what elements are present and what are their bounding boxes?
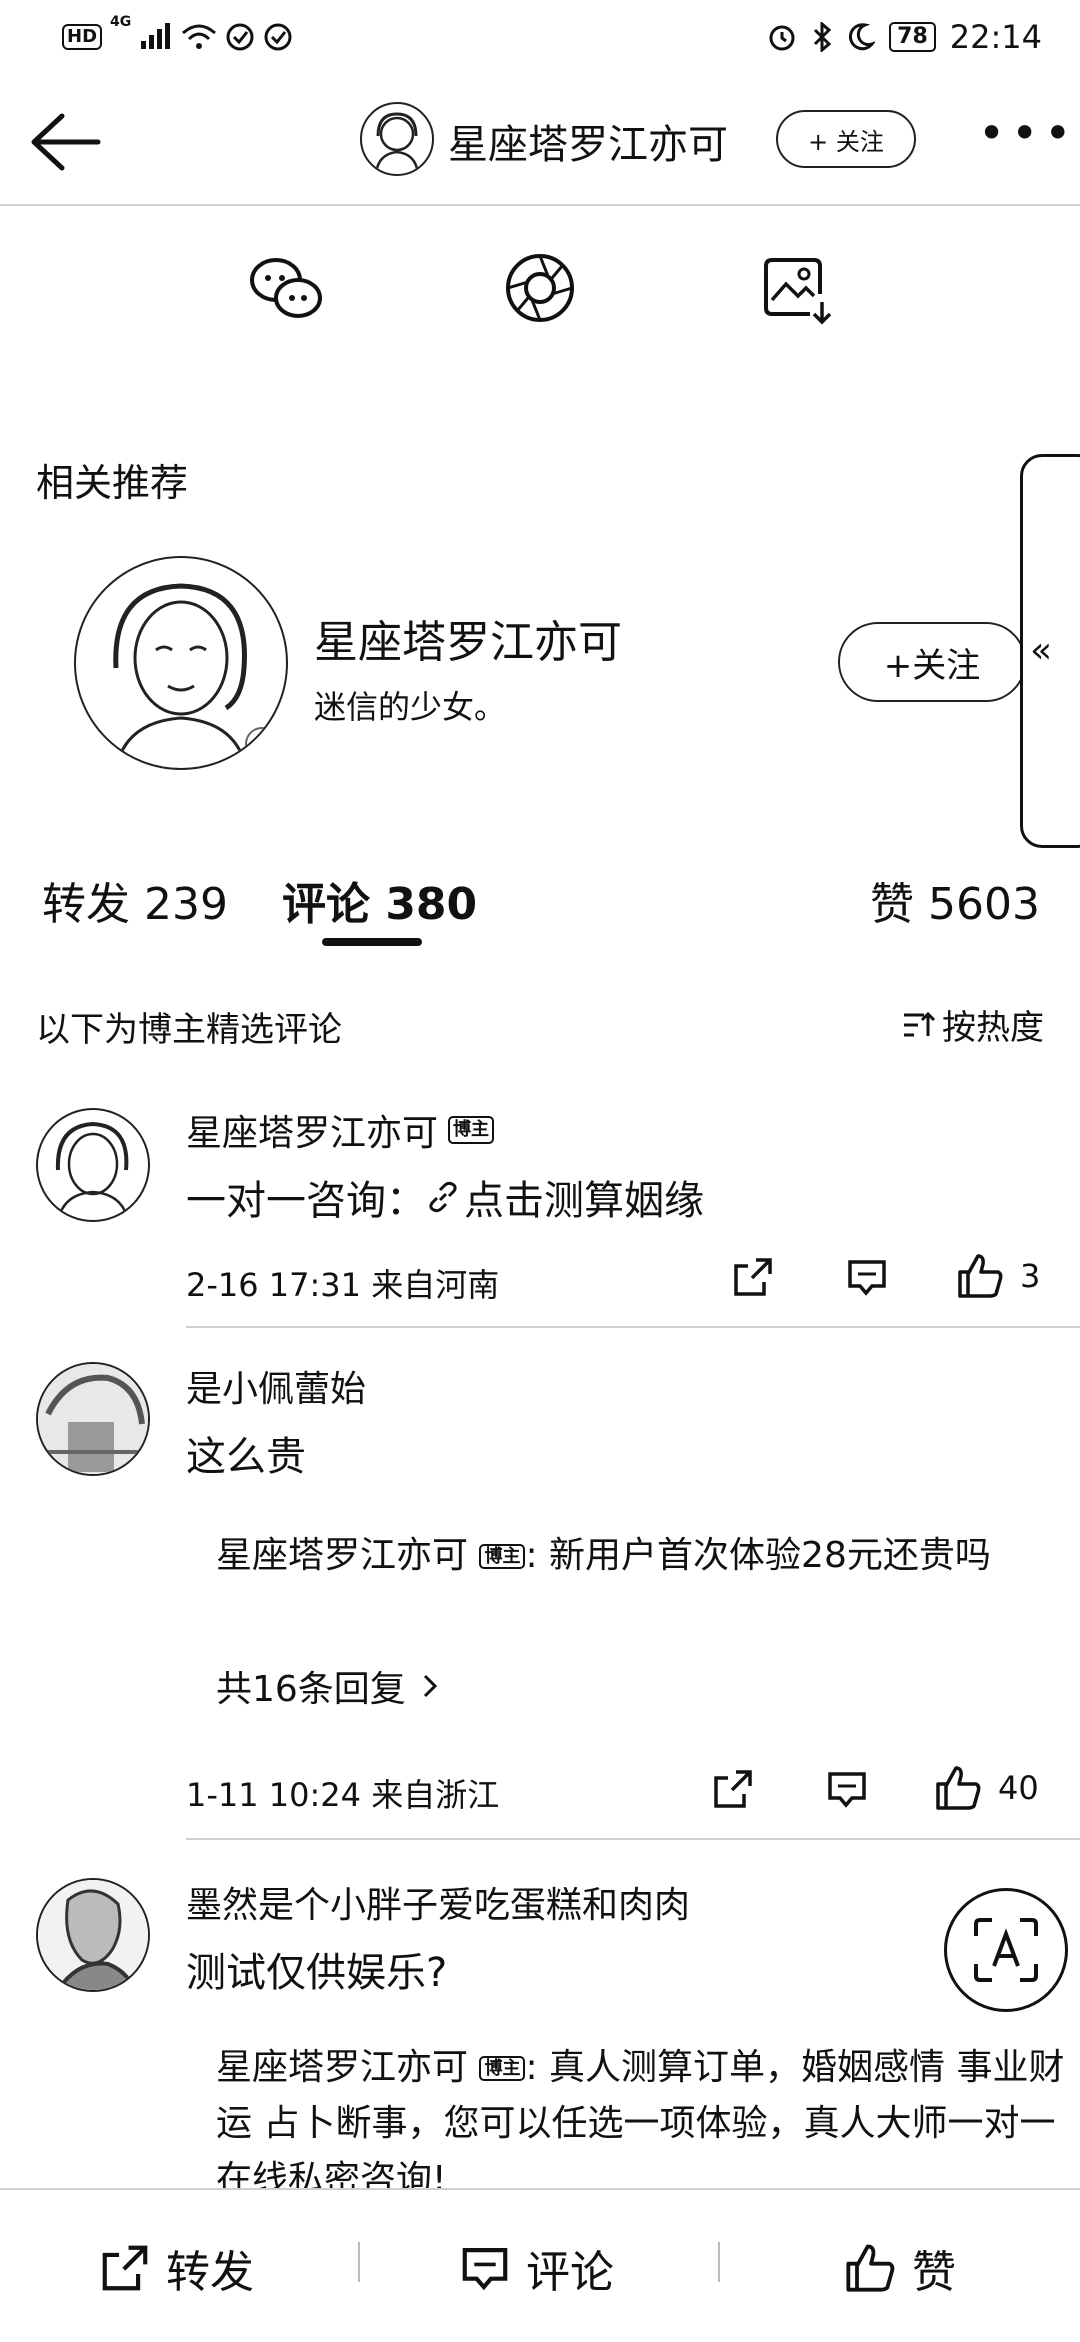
- comment-divider: [186, 1838, 1080, 1840]
- reply-text: : 新用户首次体验28元还贵吗: [525, 1535, 991, 1576]
- recommend-follow-button[interactable]: +关注: [838, 622, 1026, 702]
- repost-comment-button[interactable]: [712, 1768, 754, 1810]
- alarm-icon: [767, 22, 797, 52]
- comment-bubble-icon: [828, 1772, 866, 1808]
- recommend-section-title: 相关推荐: [36, 461, 189, 505]
- reply-preview[interactable]: 星座塔罗江亦可 博主: 真人测算订单，婚姻感情 事业财运 占卜断事，您可以任选一…: [216, 2040, 1076, 2188]
- reply-comment-button[interactable]: [826, 1768, 868, 1810]
- blogger-badge: 博主: [479, 1544, 526, 1569]
- check-circle-icon-2: [263, 22, 293, 52]
- comment-location: 来自浙江: [371, 1776, 500, 1814]
- repost-icon: [714, 1770, 752, 1808]
- comment-author[interactable]: 墨然是个小胖子爱吃蛋糕和肉肉: [186, 1876, 690, 1928]
- comment-author-name: 星座塔罗江亦可: [186, 1113, 439, 1154]
- back-arrow-icon: [31, 113, 101, 171]
- back-button[interactable]: [26, 110, 102, 174]
- bottom-repost-button[interactable]: 转发: [100, 2236, 254, 2300]
- repost-icon: [102, 2245, 148, 2291]
- comment-author[interactable]: 是小佩蕾始: [186, 1360, 366, 1412]
- like-count: 40: [998, 1769, 1039, 1807]
- comment-text: 这么贵: [186, 1434, 306, 1480]
- check-circle-icon: [225, 22, 255, 52]
- tab-active-indicator: [322, 938, 422, 946]
- tab-comments[interactable]: 评论 380: [282, 868, 477, 932]
- link-icon: [429, 1181, 457, 1213]
- header-follow-button[interactable]: + 关注: [776, 110, 916, 168]
- fortune-link[interactable]: 点击测算姻缘: [426, 1168, 704, 1226]
- bottom-divider: [358, 2242, 360, 2282]
- fortune-link-text: 点击测算姻缘: [464, 1178, 704, 1224]
- signal-icon: [139, 23, 173, 51]
- thumb-up-icon: [936, 1766, 981, 1810]
- comment-text: 一对一咨询： 点击测算姻缘: [186, 1168, 704, 1226]
- save-image-icon[interactable]: [756, 248, 836, 328]
- header-title: 星座塔罗江亦可: [448, 122, 728, 168]
- reply-count-text: 共16条回复: [216, 1669, 406, 1710]
- status-bar-right: 78 22:14: [767, 14, 1042, 60]
- comment-divider: [186, 1326, 1080, 1328]
- reply-author: 星座塔罗江亦可: [216, 1535, 469, 1576]
- more-options-icon[interactable]: •••: [978, 110, 1077, 156]
- bottom-repost-label: 转发: [166, 2247, 254, 2298]
- recommend-description: 迷信的少女。: [314, 688, 507, 726]
- thumb-up-icon: [958, 1254, 1003, 1298]
- blogger-badge: 博主: [479, 2056, 526, 2081]
- bottom-like-label: 赞: [912, 2247, 956, 2298]
- scan-text-icon: [974, 1918, 1038, 1982]
- comment-author[interactable]: 星座塔罗江亦可 博主: [186, 1104, 495, 1156]
- comment-location: 来自河南: [371, 1266, 500, 1304]
- comment-bubble-icon: [848, 1260, 886, 1296]
- bottom-like-button[interactable]: 赞: [844, 2236, 956, 2300]
- comment-time: 1-11 10:24: [186, 1776, 362, 1814]
- comment-avatar[interactable]: [36, 1878, 150, 1992]
- status-bar-left: HD 4G: [62, 14, 293, 60]
- header-avatar[interactable]: [360, 102, 434, 176]
- comment-avatar[interactable]: [36, 1362, 150, 1476]
- bluetooth-icon: [811, 22, 833, 52]
- like-comment-button[interactable]: 40: [934, 1764, 1039, 1812]
- blogger-badge: 博主: [448, 1116, 495, 1144]
- featured-comments-note: 以下为博主精选评论: [36, 1010, 342, 1050]
- recommend-name[interactable]: 星座塔罗江亦可: [314, 606, 622, 670]
- comment-text: 测试仅供娱乐?: [186, 1950, 448, 1996]
- text-recognition-button[interactable]: [944, 1888, 1068, 2012]
- repost-comment-button[interactable]: [732, 1256, 774, 1298]
- sort-button[interactable]: 按热度: [902, 1000, 1044, 1049]
- reply-author: 星座塔罗江亦可: [216, 2047, 469, 2088]
- bottom-comment-button[interactable]: 评论: [460, 2236, 614, 2300]
- sort-label: 按热度: [942, 1008, 1044, 1048]
- bottom-comment-label: 评论: [526, 2247, 614, 2298]
- wechat-icon[interactable]: [246, 248, 326, 328]
- reply-preview[interactable]: 星座塔罗江亦可 博主: 新用户首次体验28元还贵吗: [216, 1528, 1076, 1584]
- network-label: 4G: [110, 14, 132, 30]
- bottom-divider: [718, 2242, 720, 2282]
- thumb-up-icon: [846, 2244, 895, 2292]
- wifi-icon: [181, 23, 217, 51]
- comment-meta: 2-16 17:31 来自河南: [186, 1260, 499, 1306]
- repost-icon: [734, 1258, 772, 1296]
- like-count: 3: [1020, 1257, 1041, 1295]
- reply-comment-button[interactable]: [846, 1256, 888, 1298]
- double-chevron-left-icon[interactable]: «: [1030, 630, 1052, 671]
- view-replies-link[interactable]: 共16条回复: [216, 1660, 440, 1712]
- chevron-right-icon: [423, 1674, 437, 1698]
- tab-repost[interactable]: 转发 239: [42, 868, 228, 932]
- moments-icon[interactable]: [500, 248, 580, 328]
- comment-bubble-icon: [462, 2248, 508, 2291]
- tab-likes[interactable]: 赞 5603: [870, 868, 1040, 932]
- clock: 22:14: [949, 18, 1042, 56]
- recommend-avatar[interactable]: [74, 556, 288, 770]
- comment-time: 2-16 17:31: [186, 1266, 362, 1304]
- comment-author-name: 是小佩蕾始: [186, 1369, 367, 1410]
- battery-indicator: 78: [889, 22, 936, 52]
- like-comment-button[interactable]: 3: [956, 1252, 1040, 1300]
- comment-meta: 1-11 10:24 来自浙江: [186, 1770, 499, 1816]
- header-divider: [0, 204, 1080, 206]
- sort-icon: [904, 1011, 936, 1036]
- moon-icon: [847, 22, 876, 52]
- comment-text-body: 一对一咨询：: [186, 1178, 426, 1224]
- hd-indicator: HD: [62, 24, 103, 50]
- comment-avatar[interactable]: [36, 1108, 150, 1222]
- comment-author-name: 墨然是个小胖子爱吃蛋糕和肉肉: [186, 1885, 691, 1926]
